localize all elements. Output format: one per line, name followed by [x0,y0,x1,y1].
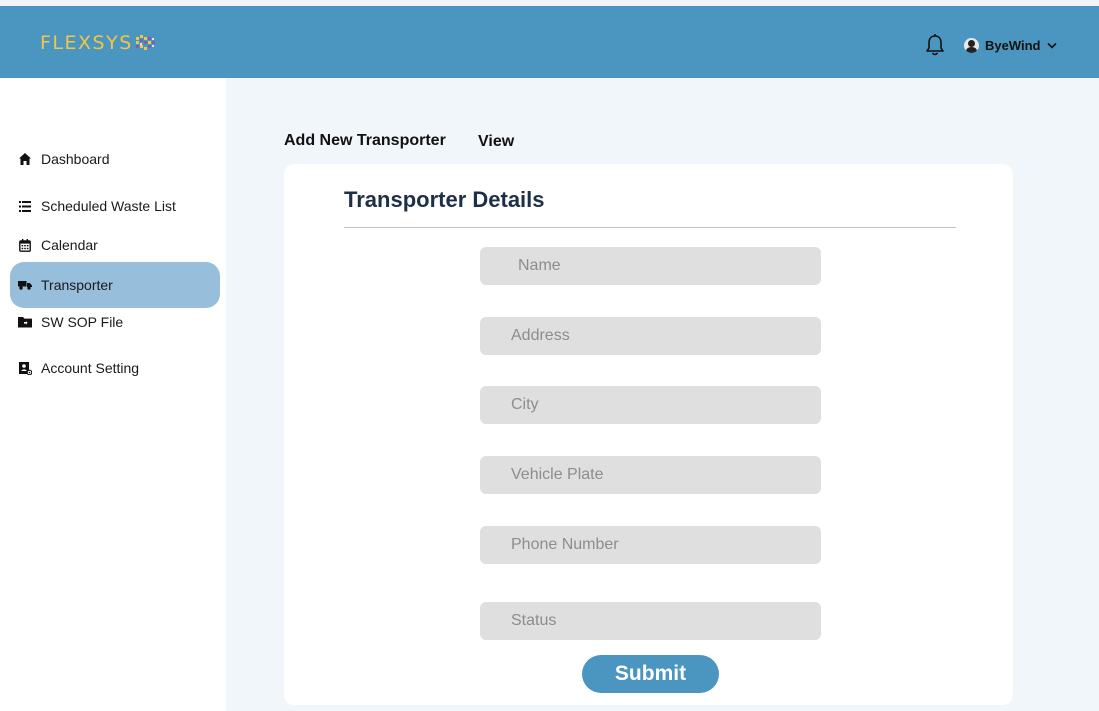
user-avatar [964,37,979,53]
phone-number-field[interactable] [480,526,821,564]
truck-icon [18,278,32,292]
user-name: ByeWind [985,37,1041,53]
sidebar-item-label: Transporter [41,277,113,293]
sidebar-item-calendar[interactable]: Calendar [10,223,220,267]
sidebar-item-label: Dashboard [41,151,110,167]
sidebar-item-label: SW SOP File [41,314,124,330]
chevron-down-icon [1046,42,1057,49]
account-settings-icon [18,361,32,375]
tab-add-new-transporter[interactable]: Add New Transporter [284,132,446,150]
vehicle-plate-field[interactable] [480,456,821,494]
user-menu[interactable]: ByeWind [964,35,1057,55]
sidebar-item-sw-sop-file[interactable]: SW SOP File [10,300,220,344]
folder-icon [18,315,32,329]
sidebar-item-dashboard[interactable]: Dashboard [10,137,220,181]
title-divider [344,227,956,228]
sidebar-item-scheduled-waste-list[interactable]: Scheduled Waste List [10,184,220,228]
submit-button[interactable]: Submit [582,655,719,693]
status-field[interactable] [480,602,821,640]
tab-view[interactable]: View [478,133,514,151]
list-icon [18,199,32,213]
sidebar-item-account-setting[interactable]: Account Setting [10,346,220,390]
calendar-icon [18,238,32,252]
brand-logo[interactable]: FLEXSYS [40,31,158,55]
home-icon [18,152,32,166]
top-header: FLEXSYS ByeWind [0,6,1099,78]
form-title: Transporter Details [344,187,545,212]
logo-text: FLEXSYS [40,32,133,54]
name-field[interactable] [480,247,821,285]
sidebar-item-label: Account Setting [41,360,140,376]
sidebar-item-label: Calendar [41,237,98,253]
sidebar-item-label: Scheduled Waste List [41,198,176,214]
address-field[interactable] [480,317,821,355]
city-field[interactable] [480,386,821,424]
bell-icon[interactable] [924,33,946,57]
logo-mark-icon [135,35,155,50]
